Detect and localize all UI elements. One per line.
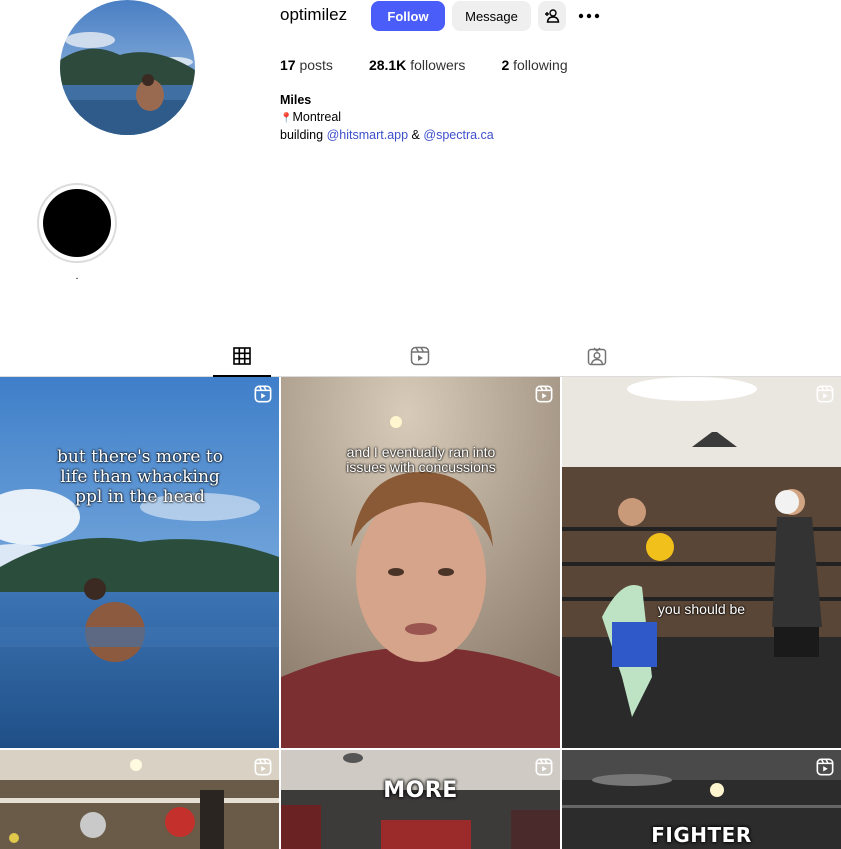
- highlight-cover: [43, 189, 111, 257]
- bio-link-hitsmart[interactable]: @hitsmart.app: [327, 128, 408, 142]
- bio-location-line: 📍Montreal: [280, 109, 494, 128]
- reel-badge-icon: [254, 758, 272, 776]
- ellipsis-icon: [578, 13, 600, 19]
- post-tile[interactable]: MORE: [281, 750, 560, 849]
- posts-stat: 17 posts: [280, 57, 333, 73]
- following-stat[interactable]: 2 following: [501, 57, 567, 73]
- post-caption: FIGHTER: [651, 823, 752, 847]
- post-tile[interactable]: but there's more to life than whacking p…: [0, 377, 279, 748]
- reel-badge-icon: [816, 385, 834, 403]
- bio-link-spectra[interactable]: @spectra.ca: [423, 128, 493, 142]
- posts-count: 17: [280, 57, 296, 73]
- followers-label: followers: [410, 57, 466, 73]
- profile-stats: 17 posts 28.1K followers 2 following: [280, 57, 604, 73]
- post-tile[interactable]: [0, 750, 279, 849]
- profile-username: optimilez: [280, 5, 348, 24]
- profile-bio: Miles 📍Montreal building @hitsmart.app &…: [280, 92, 494, 144]
- highlight-label: .: [75, 270, 79, 282]
- post-thumbnail: [281, 377, 560, 748]
- follow-button[interactable]: Follow: [371, 1, 445, 31]
- tab-posts[interactable]: [213, 336, 271, 377]
- followers-count: 28.1K: [368, 57, 407, 73]
- reel-badge-icon: [816, 758, 834, 776]
- profile-name: Miles: [280, 93, 312, 107]
- followers-stat[interactable]: 28.1K followers: [369, 57, 466, 73]
- following-count: 2: [501, 57, 510, 73]
- grid-icon: [233, 346, 251, 365]
- following-label: following: [513, 57, 568, 73]
- post-caption: you should be: [657, 601, 746, 617]
- post-caption: but there's more to life than whacking p…: [57, 447, 223, 507]
- tab-tagged[interactable]: [568, 336, 626, 376]
- more-options-button[interactable]: [574, 1, 604, 31]
- bio-ampersand: &: [411, 128, 420, 142]
- post-caption: and I eventually ran into issues with co…: [346, 444, 496, 475]
- bio-building-line: building @hitsmart.app & @spectra.ca: [280, 127, 494, 144]
- reel-badge-icon: [535, 385, 553, 403]
- bio-location: Montreal: [292, 109, 342, 124]
- avatar-image: [60, 0, 195, 135]
- profile-tabs: [0, 336, 841, 377]
- post-thumbnail: [0, 750, 279, 849]
- location-pin-icon: 📍: [280, 112, 293, 124]
- story-highlight[interactable]: [37, 183, 117, 263]
- post-thumbnail: [0, 377, 279, 748]
- bio-building-text: building: [280, 128, 324, 142]
- post-thumbnail: [562, 377, 841, 748]
- post-tile[interactable]: you should be: [562, 377, 841, 748]
- add-user-icon: [545, 9, 560, 23]
- post-tile[interactable]: and I eventually ran into issues with co…: [281, 377, 560, 748]
- post-tile[interactable]: FIGHTER: [562, 750, 841, 849]
- tab-reels[interactable]: [391, 336, 449, 376]
- suggested-users-button[interactable]: [538, 1, 566, 31]
- profile-avatar[interactable]: [60, 0, 195, 135]
- reel-badge-icon: [535, 758, 553, 776]
- message-button[interactable]: Message: [452, 1, 531, 31]
- post-caption: MORE: [383, 778, 458, 803]
- posts-label: posts: [299, 57, 333, 73]
- reels-icon: [410, 346, 430, 366]
- tagged-icon: [587, 347, 607, 366]
- reel-badge-icon: [254, 385, 272, 403]
